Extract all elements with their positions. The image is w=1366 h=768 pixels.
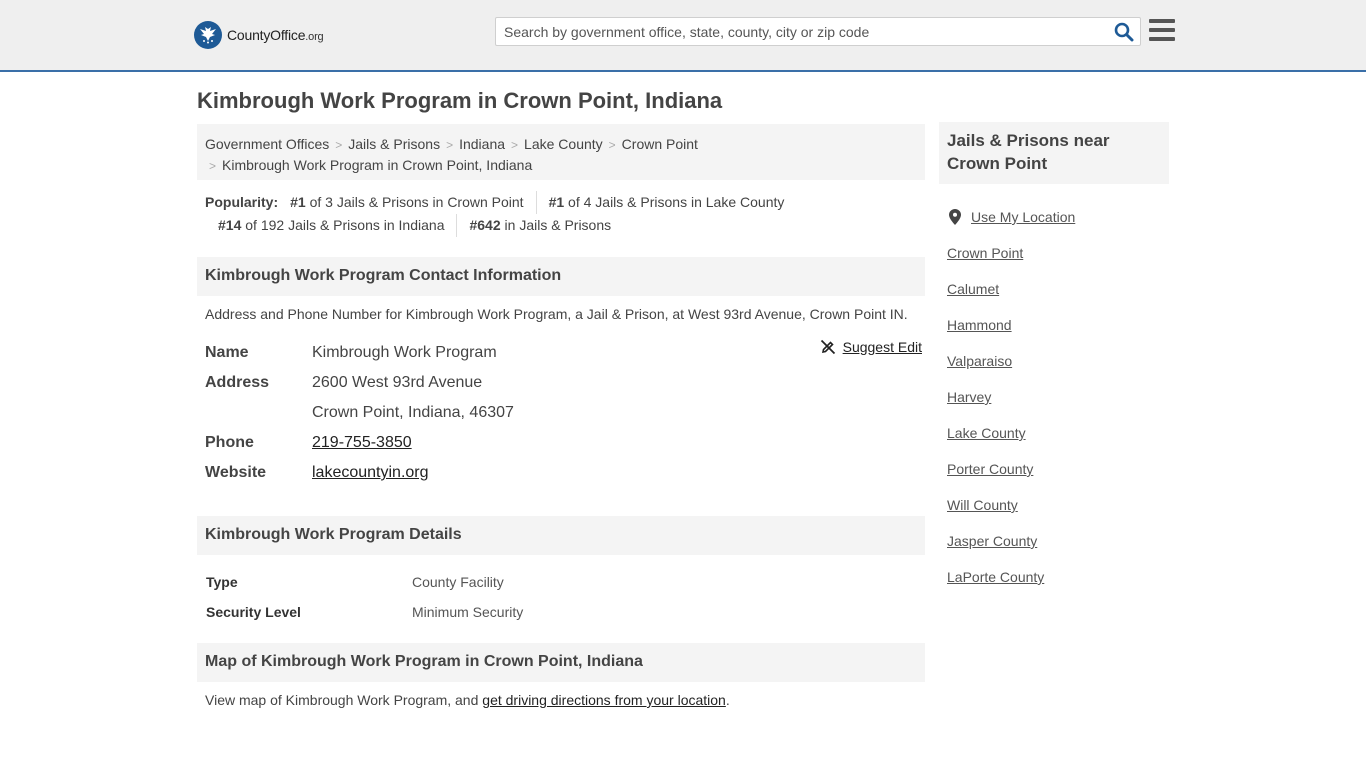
location-pin-icon — [949, 209, 961, 225]
search-input[interactable] — [496, 18, 1096, 45]
address-row: Address 2600 West 93rd Avenue — [205, 368, 925, 398]
sidebar-link-valparaiso[interactable]: Valparaiso — [947, 353, 1012, 369]
contact-description: Address and Phone Number for Kimbrough W… — [205, 306, 908, 322]
phone-link[interactable]: 219-755-3850 — [312, 434, 412, 451]
popularity-label: Popularity: — [205, 194, 279, 210]
security-level-value: Minimum Security — [412, 604, 524, 620]
chevron-right-icon: > — [209, 159, 217, 173]
address-row-2: Crown Point, Indiana, 46307 — [205, 398, 925, 428]
driving-directions-link[interactable]: get driving directions from your locatio… — [482, 692, 726, 708]
breadcrumb-crown-point[interactable]: Crown Point — [622, 136, 698, 152]
sidebar-link-hammond[interactable]: Hammond — [947, 317, 1012, 333]
sidebar-link-calumet[interactable]: Calumet — [947, 281, 999, 297]
breadcrumb: Government Offices > Jails & Prisons > India… — [197, 124, 925, 180]
website-label: Website — [205, 464, 267, 481]
name-row: Name Kimbrough Work Program — [205, 338, 925, 368]
chevron-right-icon: > — [511, 138, 519, 152]
sidebar-link-porter-county[interactable]: Porter County — [947, 461, 1033, 477]
phone-label: Phone — [205, 434, 254, 451]
details-row: Security Level Minimum Security — [206, 597, 523, 627]
sidebar-link-lake-county[interactable]: Lake County — [947, 425, 1026, 441]
breadcrumb-current: Kimbrough Work Program in Crown Point, I… — [222, 157, 533, 173]
use-my-location[interactable]: Use My Location — [947, 199, 1075, 235]
type-value: County Facility — [412, 574, 504, 590]
sidebar-links: Use My Location Crown Point Calumet Hamm… — [947, 199, 1075, 595]
site-header: CountyOffice.org — [0, 0, 1366, 72]
details-row: Type County Facility — [206, 567, 523, 597]
sidebar-link-will-county[interactable]: Will County — [947, 497, 1018, 513]
breadcrumb-indiana[interactable]: Indiana — [459, 136, 505, 152]
search-box — [495, 17, 1141, 46]
address-label: Address — [205, 374, 270, 391]
website-link[interactable]: lakecountyin.org — [312, 464, 429, 481]
type-label: Type — [206, 574, 238, 590]
address-line2: Crown Point, Indiana, 46307 — [312, 404, 514, 421]
breadcrumb-lake-county[interactable]: Lake County — [524, 136, 603, 152]
popularity-item: #642 in Jails & Prisons — [456, 214, 623, 237]
map-description: View map of Kimbrough Work Program, and … — [205, 692, 730, 708]
contact-heading: Kimbrough Work Program Contact Informati… — [197, 257, 925, 296]
sidebar-link-crown-point[interactable]: Crown Point — [947, 245, 1023, 261]
map-heading: Map of Kimbrough Work Program in Crown P… — [197, 643, 925, 682]
breadcrumb-jails-prisons[interactable]: Jails & Prisons — [348, 136, 440, 152]
address-line1: 2600 West 93rd Avenue — [312, 374, 483, 391]
popularity-item: #1 of 4 Jails & Prisons in Lake County — [535, 191, 797, 214]
phone-row: Phone 219-755-3850 — [205, 428, 925, 458]
website-row: Website lakecountyin.org — [205, 458, 925, 488]
edit-off-icon — [820, 339, 835, 355]
search-icon[interactable] — [1114, 22, 1134, 42]
page-title: Kimbrough Work Program in Crown Point, I… — [197, 88, 723, 113]
name-label: Name — [205, 344, 249, 361]
popularity-item: #14 of 192 Jails & Prisons in Indiana — [218, 217, 445, 233]
use-location-link[interactable]: Use My Location — [971, 209, 1075, 225]
sidebar-link-harvey[interactable]: Harvey — [947, 389, 991, 405]
sidebar-heading: Jails & Prisons near Crown Point — [939, 122, 1169, 184]
site-logo[interactable]: CountyOffice.org — [194, 21, 324, 49]
chevron-right-icon: > — [446, 138, 454, 152]
chevron-right-icon: > — [335, 138, 343, 152]
popularity-item: #1 of 3 Jails & Prisons in Crown Point — [290, 194, 524, 210]
popularity-section: Popularity: #1 of 3 Jails & Prisons in C… — [205, 191, 925, 237]
chevron-right-icon: > — [608, 138, 616, 152]
details-heading: Kimbrough Work Program Details — [197, 516, 925, 555]
suggest-edit-button[interactable]: Suggest Edit — [820, 339, 922, 355]
hamburger-menu-icon[interactable] — [1149, 19, 1175, 41]
contact-info: Suggest Edit Name Kimbrough Work Program… — [205, 338, 925, 488]
eagle-logo-icon — [194, 21, 222, 49]
name-value: Kimbrough Work Program — [312, 344, 497, 361]
breadcrumb-government-offices[interactable]: Government Offices — [205, 136, 329, 152]
sidebar-link-laporte-county[interactable]: LaPorte County — [947, 569, 1044, 585]
logo-text: CountyOffice.org — [227, 27, 324, 43]
sidebar-link-jasper-county[interactable]: Jasper County — [947, 533, 1037, 549]
security-level-label: Security Level — [206, 604, 301, 620]
details-table: Type County Facility Security Level Mini… — [206, 567, 523, 627]
